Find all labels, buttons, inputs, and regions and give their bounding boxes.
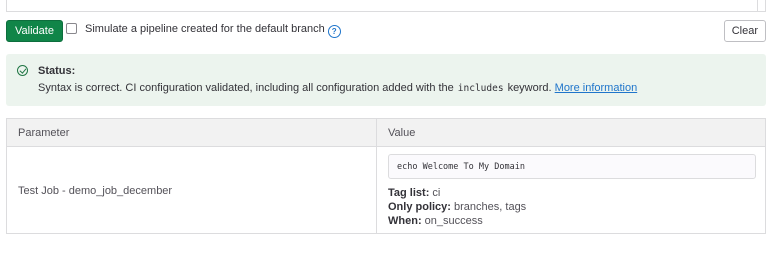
job-script-block: echo Welcome To My Domain (388, 154, 756, 179)
ci-editor-bottom-edge[interactable] (6, 0, 766, 12)
more-information-link[interactable]: More information (555, 82, 638, 94)
editor-scrollbar[interactable] (757, 0, 758, 12)
job-script-text: echo Welcome To My Domain (397, 162, 525, 172)
status-title: Status: (38, 65, 76, 77)
tag-list: Tag list: ci (388, 187, 440, 199)
when-policy: When: on_success (388, 215, 483, 227)
status-message: Syntax is correct. CI configuration vali… (38, 82, 637, 94)
simulate-pipeline-label[interactable]: Simulate a pipeline created for the defa… (85, 23, 341, 38)
when-value: on_success (424, 215, 483, 227)
check-circle-icon (17, 65, 28, 76)
simulate-pipeline-checkbox[interactable] (66, 23, 77, 34)
validation-results-table: Parameter Value Test Job - demo_job_dece… (6, 118, 766, 234)
column-divider (376, 119, 377, 233)
table-header-row: Parameter Value (7, 119, 765, 147)
validation-status-alert: Status: Syntax is correct. CI configurat… (6, 54, 766, 106)
only-policy-value: branches, tags (454, 201, 527, 213)
simulate-pipeline-text: Simulate a pipeline created for the defa… (85, 23, 325, 35)
validate-button[interactable]: Validate (6, 20, 63, 42)
tag-list-value: ci (432, 187, 441, 199)
question-circle-icon[interactable]: ? (327, 25, 341, 38)
header-value: Value (388, 127, 416, 139)
only-policy: Only policy: branches, tags (388, 201, 526, 213)
header-parameter: Parameter (18, 127, 70, 139)
status-message-text: Syntax is correct. CI configuration vali… (38, 82, 454, 94)
job-name-cell: Test Job - demo_job_december (18, 185, 173, 197)
when-label: When: (388, 215, 422, 227)
status-message-suffix: keyword. (507, 82, 552, 94)
includes-keyword-code: includes (457, 83, 504, 94)
only-policy-label: Only policy: (388, 201, 451, 213)
clear-button[interactable]: Clear (723, 20, 766, 42)
validate-toolbar: Validate Simulate a pipeline created for… (6, 20, 766, 42)
tag-list-label: Tag list: (388, 187, 430, 199)
